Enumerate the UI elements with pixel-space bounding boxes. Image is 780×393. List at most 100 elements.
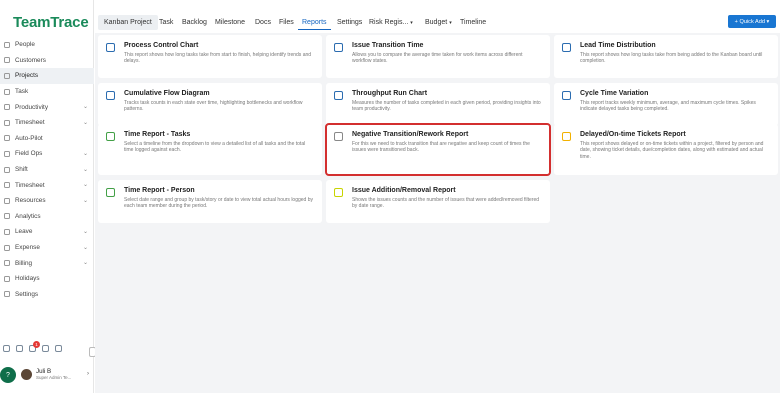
- sidebar-item-auto-pilot[interactable]: Auto-Pilot: [0, 131, 94, 147]
- report-title: Issue Addition/Removal Report: [352, 187, 456, 194]
- tab-kanban-project[interactable]: Kanban Project: [98, 15, 158, 30]
- user-profile[interactable]: Juli B Super Admin Te... ›: [0, 363, 94, 385]
- tab-task[interactable]: Task: [155, 15, 177, 30]
- tab-files[interactable]: Files: [275, 15, 298, 30]
- sidebar-item-label: Productivity: [15, 103, 49, 111]
- chevron-down-icon: ⌄: [82, 260, 88, 267]
- sidebar-item-label: Task: [15, 88, 29, 96]
- chevron-down-icon: ⌄: [82, 229, 88, 236]
- sidebar-item-billing[interactable]: Billing ⌄: [0, 255, 94, 271]
- sidebar-item-label: People: [15, 41, 35, 49]
- sidebar-item-customers[interactable]: Customers: [0, 53, 94, 69]
- holidays-icon: [4, 275, 10, 282]
- report-description: Allows you to compare the average time t…: [352, 52, 523, 65]
- report-card-issue-transition-time[interactable]: Issue Transition Time Allows you to compa…: [326, 35, 550, 78]
- tab-label: Settings: [337, 19, 363, 26]
- report-description: Shows the issues counts and the number o…: [352, 197, 540, 210]
- sidebar-item-expense[interactable]: Expense ⌄: [0, 240, 94, 256]
- report-card-process-control-chart[interactable]: Process Control Chart This report shows h…: [98, 35, 322, 78]
- report-card-issue-addition-removal-report[interactable]: Issue Addition/Removal Report Shows the i…: [326, 180, 550, 223]
- report-card-time-report-tasks[interactable]: Time Report - Tasks Select a timeline fro…: [98, 124, 322, 175]
- tab-label: Files: [279, 19, 294, 26]
- sidebar-item-settings[interactable]: Settings: [0, 287, 94, 303]
- chevron-down-icon: ⌄: [82, 166, 88, 173]
- user-icon[interactable]: [42, 345, 49, 352]
- chevron-down-icon: ⌄: [82, 197, 88, 204]
- reports-grid: Process Control Chart This report shows h…: [95, 33, 780, 393]
- chevron-down-icon: ▾: [410, 19, 413, 26]
- timesheet-icon: [4, 182, 10, 189]
- report-card-cumulative-flow-diagram[interactable]: Cumulative Flow Diagram Tracks task count…: [98, 83, 322, 126]
- sidebar-item-label: Timesheet: [15, 181, 45, 189]
- tab-label: Backlog: [182, 19, 207, 26]
- apps-icon[interactable]: [55, 345, 62, 352]
- customers-icon: [4, 57, 10, 64]
- chevron-down-icon: ⌄: [82, 244, 88, 251]
- sidebar-item-label: Resources: [15, 197, 46, 205]
- sidebar-item-leave[interactable]: Leave ⌄: [0, 224, 94, 240]
- sidebar-item-analytics[interactable]: Analytics: [0, 209, 94, 225]
- sidebar-item-resources[interactable]: Resources ⌄: [0, 193, 94, 209]
- tab-reports[interactable]: Reports: [298, 15, 331, 30]
- report-description: This report shows how long tasks take fr…: [580, 52, 763, 65]
- report-title: Process Control Chart: [124, 42, 199, 49]
- sidebar-item-label: Holidays: [15, 275, 40, 283]
- message-icon[interactable]: [16, 345, 23, 352]
- sidebar-item-timesheet[interactable]: Timesheet ⌄: [0, 115, 94, 131]
- report-title: Cycle Time Variation: [580, 90, 649, 97]
- tab-backlog[interactable]: Backlog: [178, 15, 211, 30]
- settings-icon: [4, 291, 10, 298]
- field-ops-icon: [4, 150, 10, 157]
- report-card-negative-transition-rework-report[interactable]: Negative Transition/Rework Report For thi…: [325, 123, 551, 176]
- report-card-lead-time-distribution[interactable]: Lead Time Distribution This report shows …: [554, 35, 778, 78]
- sidebar-item-shift[interactable]: Shift ⌄: [0, 162, 94, 178]
- sidebar-item-people[interactable]: People: [0, 37, 94, 53]
- tab-risk-regis[interactable]: Risk Regis... ▾: [365, 15, 417, 30]
- avatar: [21, 368, 32, 380]
- time-report-person-icon: [106, 188, 115, 197]
- sidebar-item-label: Auto-Pilot: [15, 134, 43, 142]
- sidebar-item-label: Projects: [15, 72, 39, 80]
- tab-label: Reports: [302, 18, 327, 26]
- leave-icon: [4, 228, 10, 235]
- sidebar-item-label: Timesheet: [15, 119, 45, 127]
- cycle-time-icon: [562, 91, 571, 100]
- report-description: Tracks task counts in each state over ti…: [124, 100, 303, 113]
- notification-count-badge: 1: [33, 341, 40, 348]
- sidebar-item-holidays[interactable]: Holidays: [0, 271, 94, 287]
- quick-add-button[interactable]: + Quick Add ▾: [728, 15, 776, 28]
- report-description: Select a timeline from the dropdown to v…: [124, 141, 306, 154]
- notification-bell-icon[interactable]: 1: [29, 341, 40, 352]
- sidebar-item-field-ops[interactable]: Field Ops ⌄: [0, 146, 94, 162]
- report-title: Cumulative Flow Diagram: [124, 90, 210, 97]
- billing-icon: [4, 260, 10, 267]
- report-card-delayed-on-time-tickets-report[interactable]: Delayed/On-time Tickets Report This repor…: [554, 124, 778, 175]
- report-card-time-report-person[interactable]: Time Report - Person Select date range an…: [98, 180, 322, 223]
- tab-milestone[interactable]: Milestone: [211, 15, 249, 30]
- tab-label: Task: [159, 19, 174, 26]
- sidebar-item-projects[interactable]: Projects: [0, 68, 94, 84]
- project-tab-bar: Kanban Project Task Backlog Milestone Docs Fi…: [95, 11, 780, 33]
- report-title: Throughput Run Chart: [352, 90, 428, 97]
- report-card-throughput-run-chart[interactable]: Throughput Run Chart Measures the number …: [326, 83, 550, 126]
- tab-timeline[interactable]: Timeline: [456, 15, 490, 30]
- sidebar-item-productivity[interactable]: Productivity ⌄: [0, 99, 94, 115]
- tab-budget[interactable]: Budget ▾: [421, 15, 456, 30]
- sidebar-item-label: Settings: [15, 290, 39, 298]
- sidebar-item-timesheet[interactable]: Timesheet ⌄: [0, 177, 94, 193]
- chevron-right-icon: ›: [87, 371, 89, 377]
- sidebar-utility-icons: 1: [3, 341, 62, 352]
- refresh-icon[interactable]: [3, 345, 10, 352]
- sidebar-item-label: Customers: [15, 56, 46, 64]
- sidebar-item-task[interactable]: Task: [0, 84, 94, 100]
- report-card-cycle-time-variation[interactable]: Cycle Time Variation This report tracks w…: [554, 83, 778, 126]
- sidebar-item-label: Billing: [15, 259, 33, 267]
- negative-transition-icon: [334, 132, 343, 141]
- tab-docs[interactable]: Docs: [251, 15, 275, 30]
- productivity-icon: [4, 104, 10, 111]
- app-logo[interactable]: TeamTrace: [13, 14, 89, 31]
- time-report-tasks-icon: [106, 132, 115, 141]
- report-description: This report shows how long tasks take fr…: [124, 52, 312, 65]
- report-title: Delayed/On-time Tickets Report: [580, 131, 686, 138]
- tab-settings[interactable]: Settings: [333, 15, 366, 30]
